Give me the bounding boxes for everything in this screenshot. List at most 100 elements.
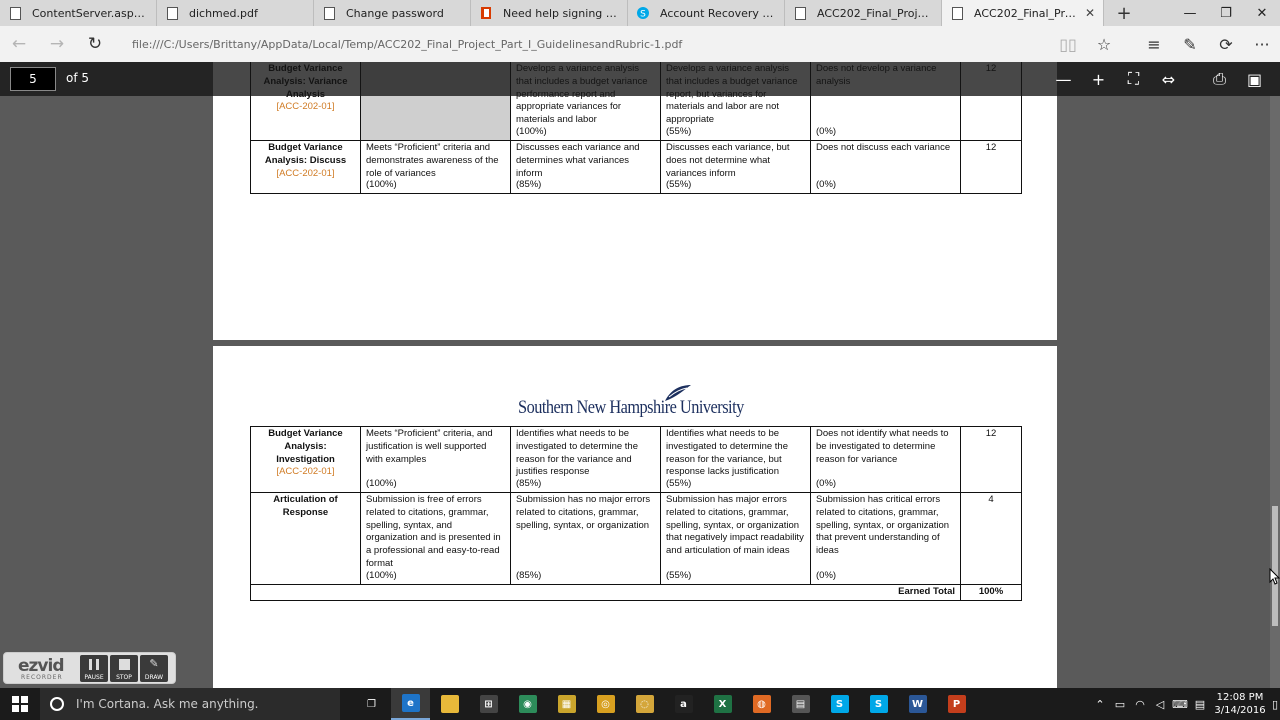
- taskbar-app[interactable]: [430, 688, 469, 720]
- action-center-icon[interactable]: ▯: [1270, 698, 1280, 711]
- skype-icon: S: [637, 7, 649, 20]
- taskbar-app[interactable]: e: [391, 688, 430, 720]
- tab-1[interactable]: ContentServer.asp.pdf: [0, 0, 157, 26]
- taskbar-app[interactable]: ▦: [547, 688, 586, 720]
- rubric-row: Budget Variance Analysis: Discuss [ACC-20…: [250, 139, 1022, 194]
- keyboard-icon[interactable]: ⌨: [1170, 698, 1190, 711]
- cortana-placeholder: I'm Cortana. Ask me anything.: [76, 697, 259, 711]
- earned-total-value: 100%: [960, 584, 1022, 601]
- taskbar-app[interactable]: ❐: [352, 688, 391, 720]
- cortana-search-box[interactable]: I'm Cortana. Ask me anything.: [40, 688, 340, 720]
- zoom-in-button[interactable]: +: [1081, 62, 1116, 96]
- edge-icon: e: [401, 694, 420, 712]
- taskbar-app[interactable]: W: [898, 688, 937, 720]
- forward-arrow-icon: →: [49, 34, 65, 54]
- restore-icon: ❐: [1220, 5, 1232, 21]
- fit-width-button[interactable]: ⇔: [1151, 62, 1186, 96]
- more-button[interactable]: ···: [1244, 26, 1280, 62]
- level-text: Discusses each variance and determines w…: [516, 141, 640, 179]
- favorites-button[interactable]: ☆: [1086, 26, 1122, 62]
- level-percent: (55%): [666, 179, 692, 191]
- tab-6[interactable]: ACC202_Final_Project_Part_I: [785, 0, 942, 26]
- taskbar-app[interactable]: ◉: [508, 688, 547, 720]
- level-cell: Does not discuss each variance (0%): [810, 139, 961, 194]
- tab-3[interactable]: Change password: [314, 0, 471, 26]
- close-icon: ✕: [1256, 5, 1268, 21]
- firefox-icon: ◍: [752, 695, 771, 713]
- taskbar-app[interactable]: X: [703, 688, 742, 720]
- scrollbar-thumb[interactable]: [1272, 506, 1278, 626]
- close-tab-icon[interactable]: ✕: [1085, 6, 1095, 20]
- page-number-input[interactable]: 5: [10, 67, 56, 91]
- tab-label: ContentServer.asp.pdf: [32, 6, 148, 20]
- level-text: Identifies what needs to be investigated…: [516, 428, 638, 478]
- plus-icon: +: [1116, 2, 1132, 24]
- word-icon: W: [908, 695, 927, 713]
- save-button[interactable]: ▣: [1237, 62, 1272, 96]
- network-icon[interactable]: ▭: [1110, 698, 1130, 711]
- tab-2[interactable]: dichmed.pdf: [157, 0, 314, 26]
- taskbar-app[interactable]: ◌: [625, 688, 664, 720]
- input-icon[interactable]: ▤: [1190, 698, 1210, 711]
- restore-button[interactable]: ❐: [1208, 0, 1244, 26]
- taskbar-app[interactable]: S: [820, 688, 859, 720]
- tab-label: ACC202_Final_Project_Part_I: [817, 6, 933, 20]
- reading-view-button[interactable]: ▯▯: [1050, 26, 1086, 62]
- start-button[interactable]: [0, 688, 40, 720]
- pdf-viewer: Budget[ACC-202-01](100%)errors(55%)(0%)O…: [0, 62, 1280, 688]
- browser-tools: ▯▯ ☆ ≡ ✎ ⟳ ···: [1050, 26, 1280, 62]
- save-icon: ▣: [1246, 69, 1263, 89]
- page-icon: [9, 6, 21, 20]
- draw-button[interactable]: ✎ DRAW: [140, 655, 168, 682]
- web-note-button[interactable]: ✎: [1172, 26, 1208, 62]
- print-button[interactable]: ⎙: [1202, 62, 1237, 96]
- taskbar-app[interactable]: ▤: [781, 688, 820, 720]
- close-window-button[interactable]: ✕: [1244, 0, 1280, 26]
- tab-5[interactable]: S Account Recovery - Proble: [628, 0, 785, 26]
- windows-taskbar: I'm Cortana. Ask me anything. ❐ e ⊞ ◉ ▦ ◎ ◌ a X ◍…: [0, 688, 1280, 720]
- refresh-button[interactable]: ↻: [76, 26, 114, 62]
- fit-page-icon: ⛶: [1127, 69, 1140, 88]
- tab-4[interactable]: Need help signing in to Sk: [471, 0, 628, 26]
- page-count: of 5: [66, 71, 90, 85]
- taskbar-app[interactable]: P: [937, 688, 976, 720]
- pause-button[interactable]: PAUSE: [80, 655, 108, 682]
- new-tab-button[interactable]: +: [1104, 0, 1144, 26]
- tab-7[interactable]: ACC202_Final_Project_P ✕: [942, 0, 1104, 26]
- back-arrow-icon: ←: [11, 34, 27, 54]
- level-cell: Identifies what needs to be investigated…: [510, 426, 661, 493]
- volume-icon[interactable]: ◁: [1150, 698, 1170, 711]
- snhu-logo: Southern New Hampshire University: [518, 383, 758, 419]
- taskbar-app[interactable]: ◎: [586, 688, 625, 720]
- taskbar-app[interactable]: ⊞: [469, 688, 508, 720]
- wifi-icon[interactable]: ◠: [1130, 698, 1150, 711]
- zoom-out-button[interactable]: —: [1046, 62, 1081, 96]
- pdf-page-4: Budget[ACC-202-01](100%)errors(55%)(0%)O…: [213, 62, 1057, 340]
- fit-page-button[interactable]: ⛶: [1116, 62, 1151, 96]
- points-cell: 4: [960, 492, 1022, 585]
- forward-button[interactable]: →: [38, 26, 76, 62]
- pdf-page-5: Southern New Hampshire University Budget…: [213, 346, 1057, 688]
- level-text: Meets “Proficient” criteria, and justifi…: [366, 428, 493, 465]
- level-cell: Meets “Proficient” criteria, and justifi…: [360, 426, 511, 493]
- share-button[interactable]: ⟳: [1208, 26, 1244, 62]
- taskbar-app[interactable]: a: [664, 688, 703, 720]
- back-button[interactable]: ←: [0, 26, 38, 62]
- show-hidden-icons-icon[interactable]: ⌃: [1090, 698, 1110, 711]
- calculator-icon: ▤: [791, 695, 810, 713]
- clock[interactable]: 12:08 PM 3/14/2016: [1210, 691, 1270, 717]
- cortana-icon: [50, 697, 64, 711]
- share-icon: ⟳: [1219, 34, 1233, 54]
- vertical-scrollbar[interactable]: [1270, 96, 1280, 688]
- address-bar: ← → ↻ file:///C:/Users/Brittany/AppData/…: [0, 26, 1280, 62]
- earned-total-label: Earned Total: [250, 584, 961, 601]
- stop-button[interactable]: STOP: [110, 655, 138, 682]
- taskbar-app[interactable]: S: [859, 688, 898, 720]
- minimize-button[interactable]: —: [1172, 0, 1208, 26]
- excel-icon: X: [713, 695, 732, 713]
- hub-button[interactable]: ≡: [1136, 26, 1172, 62]
- level-text: Submission is free of errors related to …: [366, 494, 501, 569]
- taskbar-app[interactable]: ◍: [742, 688, 781, 720]
- logo-wordmark: Southern New Hampshire University: [518, 397, 744, 418]
- url-field[interactable]: file:///C:/Users/Brittany/AppData/Local/…: [132, 38, 1002, 51]
